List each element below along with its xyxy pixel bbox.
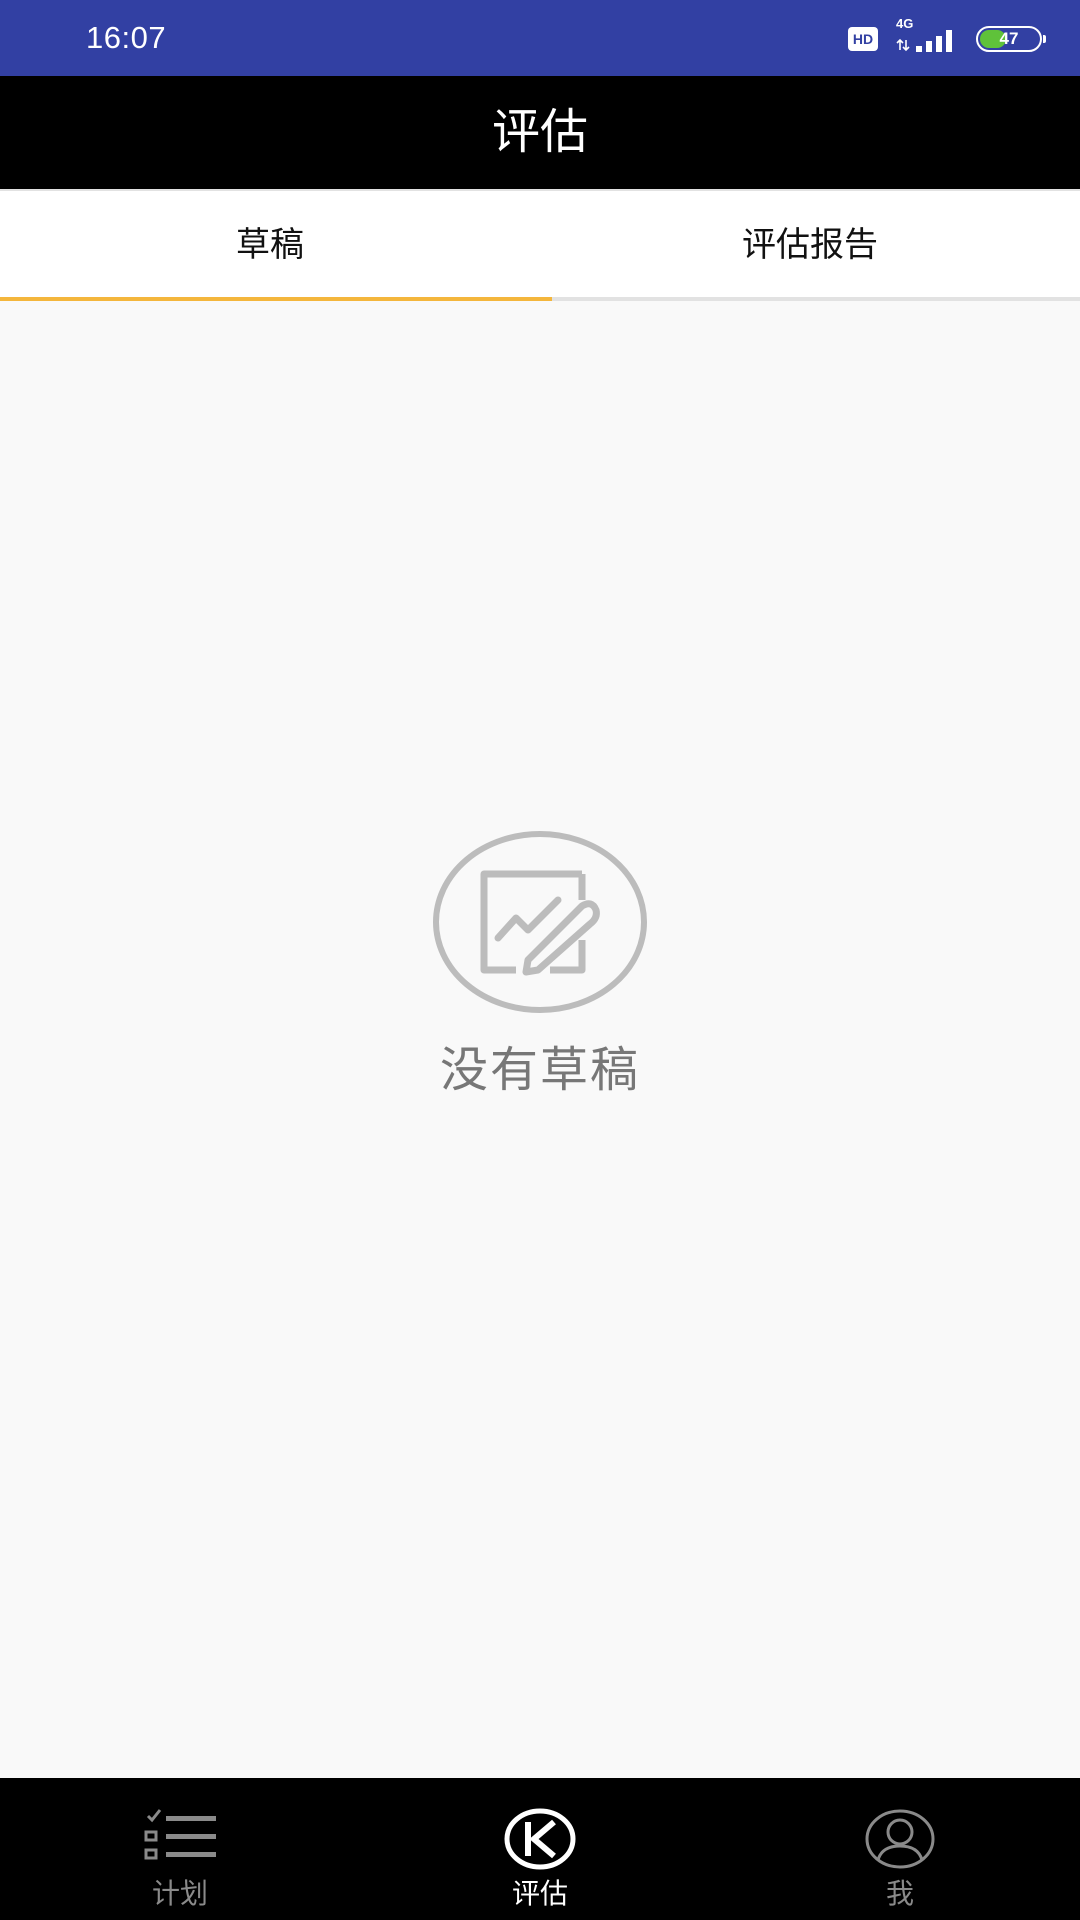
nav-item-me[interactable]: 我 [720, 1778, 1080, 1920]
data-arrows-icon [896, 38, 910, 52]
nav-label-assessment: 评估 [511, 1877, 568, 1910]
screen: 16:07 HD 4G 47 评估 草稿 评估报告 没有草稿 计划 评估 我 [0, 0, 1080, 1920]
battery-percent: 47 [999, 29, 1019, 48]
network-type-label: 4G [896, 16, 914, 31]
nav-label-plan: 计划 [151, 1877, 208, 1910]
cellular-signal-icon: 4G [896, 16, 958, 56]
tab-drafts[interactable]: 草稿 [0, 191, 540, 301]
bottom-navigation: 计划 评估 我 [0, 1778, 1080, 1920]
edit-document-icon [433, 831, 647, 1013]
hd-icon: HD [848, 27, 878, 51]
nav-item-assessment[interactable]: 评估 [360, 1778, 720, 1920]
k-logo-icon [504, 1808, 576, 1870]
tab-assessment-reports[interactable]: 评估报告 [540, 191, 1080, 301]
tab-bar: 草稿 评估报告 [0, 189, 1080, 301]
status-icons: HD 4G 47 [848, 16, 1046, 56]
status-bar: 16:07 HD 4G 47 [0, 0, 1080, 76]
tab-underline [552, 297, 1080, 301]
battery-icon: 47 [976, 26, 1046, 52]
person-icon [865, 1809, 935, 1869]
checklist-icon [144, 1809, 216, 1860]
nav-label-me: 我 [885, 1877, 914, 1910]
nav-item-plan[interactable]: 计划 [0, 1778, 360, 1920]
tab-selected-indicator [0, 297, 552, 301]
page-title: 评估 [0, 76, 1080, 189]
empty-state-message: 没有草稿 [439, 1042, 640, 1098]
status-time: 16:07 [86, 20, 167, 55]
